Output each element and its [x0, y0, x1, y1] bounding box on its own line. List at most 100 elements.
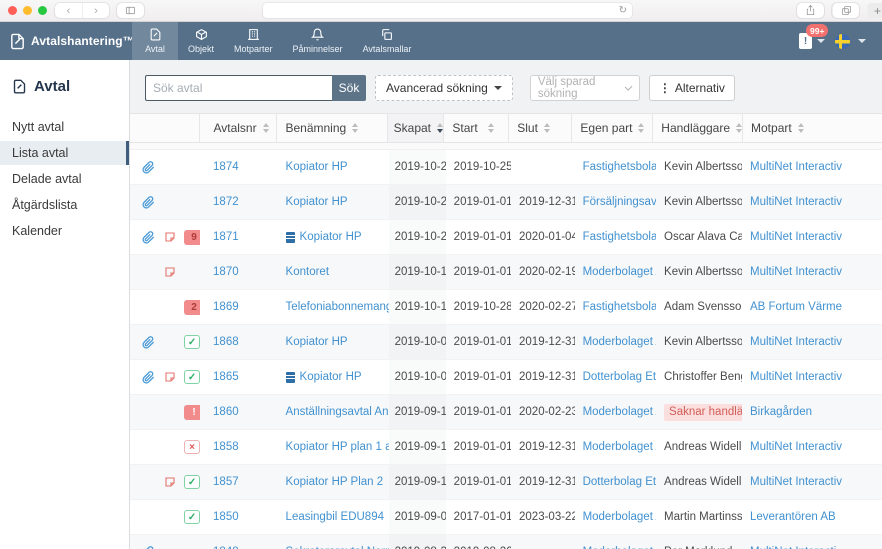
own-party-link[interactable]: Moderbolaget AB [583, 441, 656, 453]
back-button[interactable]: ‹ [55, 3, 82, 18]
counterparty-link[interactable]: MultiNet Interactiv [750, 161, 842, 173]
browser-sidebar-toggle-button[interactable] [117, 3, 144, 18]
new-tab-button[interactable]: + [867, 3, 882, 18]
own-party-link[interactable]: Moderbolaget AB [583, 336, 656, 348]
contract-name-link[interactable]: Kopiator HP Plan 2 [286, 476, 384, 488]
status-badge: 9 [184, 230, 200, 245]
own-party-link[interactable]: Moderbolaget AB [583, 266, 656, 278]
start-date: 2019-01-01 [454, 476, 511, 488]
app-logo[interactable]: Avtalshantering™ [0, 22, 132, 60]
tabs-overview-icon [841, 5, 852, 16]
tab-motparter[interactable]: Motparter [224, 22, 283, 60]
column-header-avtalsnr[interactable]: Avtalsnr [199, 114, 276, 142]
sidebar-item-lista-avtal[interactable]: Lista avtal [0, 141, 129, 165]
contract-number-link[interactable]: 1872 [213, 196, 239, 208]
advanced-search-button[interactable]: Avancerad sökning [375, 75, 513, 101]
contract-number-link[interactable]: 1868 [213, 336, 239, 348]
own-party-link[interactable]: Dotterbolag Ett AB [583, 476, 656, 488]
contract-name-link[interactable]: Anställningsavtal Anna [286, 406, 389, 418]
table-row: 1874 Kopiator HP 2019-10-25 2019-10-25 ↻… [130, 150, 882, 185]
table-row: ✓ 1850 Leasingbil EDU894 2019-09-03 2017… [130, 500, 882, 535]
language-selector[interactable] [835, 34, 866, 49]
end-date: 2020-02-27 [519, 301, 575, 313]
tab-avtal[interactable]: Avtal [132, 22, 178, 60]
sidebar-item-delade-avtal[interactable]: Delade avtal [0, 167, 129, 191]
counterparty-link[interactable]: MultiNet Interactiv [750, 371, 842, 383]
contract-name-link[interactable]: Kopiator HP [300, 231, 362, 243]
contract-number-link[interactable]: 1850 [213, 511, 239, 523]
table-row: × 1858 Kopiator HP plan 1 asdasda... 201… [130, 430, 882, 465]
column-header-motpart[interactable]: Motpart [742, 114, 882, 142]
counterparty-link[interactable]: Birkagården [750, 406, 812, 418]
handler-name: Kevin Albertsson [664, 196, 742, 208]
contract-number-link[interactable]: 1860 [213, 406, 239, 418]
notifications-dropdown[interactable]: ! 99+ [799, 33, 825, 49]
contract-number-link[interactable]: 1871 [213, 231, 239, 243]
contract-name-link[interactable]: Kopiator HP [286, 336, 348, 348]
status-badge: ✓ [184, 370, 200, 384]
address-bar[interactable]: ↻ [263, 3, 632, 18]
contract-name-link[interactable]: Kopiator HP [300, 371, 362, 383]
search-button[interactable]: Sök [332, 75, 366, 101]
contract-number-link[interactable]: 1857 [213, 476, 239, 488]
counterparty-link[interactable]: MultiNet Interactiv [750, 441, 842, 453]
contract-number-link[interactable]: 1858 [213, 441, 239, 453]
minimize-window-button[interactable] [23, 6, 32, 15]
start-date: 2019-01-01 [454, 196, 511, 208]
contract-number-link[interactable]: 1870 [213, 266, 239, 278]
column-header-start[interactable]: Start [443, 114, 508, 142]
counterparty-link[interactable]: AB Fortum Värme [750, 301, 842, 313]
column-header-slut[interactable]: Slut [508, 114, 571, 142]
start-date: 2019-10-25 [454, 161, 511, 173]
contract-number-link[interactable]: 1869 [213, 301, 239, 313]
counterparty-link[interactable]: MultiNet Interactiv [750, 231, 842, 243]
own-party-link[interactable]: Fastighetsbolaget [583, 161, 656, 173]
contract-name-link[interactable]: Telefoniabonnemang [286, 301, 389, 313]
contract-name-link[interactable]: Kontoret [286, 266, 329, 278]
column-header-skapat[interactable]: Skapat [387, 114, 444, 142]
contract-name-link[interactable]: Kopiator HP [286, 196, 348, 208]
tab-paminnelser[interactable]: Påminnelser [283, 22, 353, 60]
contract-name-link[interactable]: Leasingbil EDU894 [286, 511, 384, 523]
sidebar-item-atgardslista[interactable]: Åtgärdslista [0, 193, 129, 217]
tab-avtalsmallar[interactable]: Avtalsmallar [353, 22, 422, 60]
box-icon [195, 28, 208, 41]
counterparty-link[interactable]: MultiNet Interactiv [750, 476, 842, 488]
saved-search-select[interactable]: Välj sparad sökning [530, 75, 640, 101]
contract-name-link[interactable]: Kopiator HP [286, 161, 348, 173]
own-party-link[interactable]: Moderbolaget AB [583, 406, 656, 418]
own-party-link[interactable]: Fastighetsbolaget [583, 301, 656, 313]
table-row: 1848 Sekreteraravtal Norrbyvägen 2019-08… [130, 535, 882, 549]
chevron-down-icon [858, 39, 866, 43]
sidebar-toggle-icon [125, 5, 136, 16]
contract-name-link[interactable]: Kopiator HP plan 1 asdasda... [286, 441, 389, 453]
zoom-window-button[interactable] [38, 6, 47, 15]
column-header-egen-part[interactable]: Egen part [571, 114, 652, 142]
sidebar-item-nytt-avtal[interactable]: Nytt avtal [0, 115, 129, 139]
own-party-link[interactable]: Försäljningsavdelning [583, 196, 656, 208]
search-input[interactable] [145, 75, 332, 101]
table-header: Avtalsnr Benämning Skapat Start Slut [130, 113, 882, 143]
counterparty-link[interactable]: MultiNet Interactiv [750, 196, 842, 208]
page-refresh-icon[interactable]: ↻ [619, 6, 627, 16]
notification-badge: 99+ [806, 24, 828, 37]
own-party-link[interactable]: Moderbolaget AB [583, 511, 656, 523]
end-date: 2019-12-31 [519, 196, 575, 208]
counterparty-link[interactable]: Leverantören AB [750, 511, 836, 523]
end-date: 2020-02-23 [519, 406, 575, 418]
contract-number-link[interactable]: 1865 [213, 371, 239, 383]
close-window-button[interactable] [8, 6, 17, 15]
tab-objekt[interactable]: Objekt [178, 22, 224, 60]
forward-button[interactable]: › [82, 3, 109, 18]
own-party-link[interactable]: Fastighetsbolaget [583, 231, 656, 243]
column-header-benamning[interactable]: Benämning [276, 114, 386, 142]
own-party-link[interactable]: Dotterbolag Ett AB [583, 371, 656, 383]
tabs-overview-button[interactable] [832, 3, 859, 18]
contract-number-link[interactable]: 1874 [213, 161, 239, 173]
counterparty-link[interactable]: MultiNet Interactiv [750, 266, 842, 278]
options-button[interactable]: ⋮ Alternativ [649, 75, 735, 101]
counterparty-link[interactable]: MultiNet Interactiv [750, 336, 842, 348]
share-button[interactable] [797, 3, 824, 18]
sidebar-item-kalender[interactable]: Kalender [0, 219, 129, 243]
column-header-handlaggare[interactable]: Handläggare [652, 114, 742, 142]
